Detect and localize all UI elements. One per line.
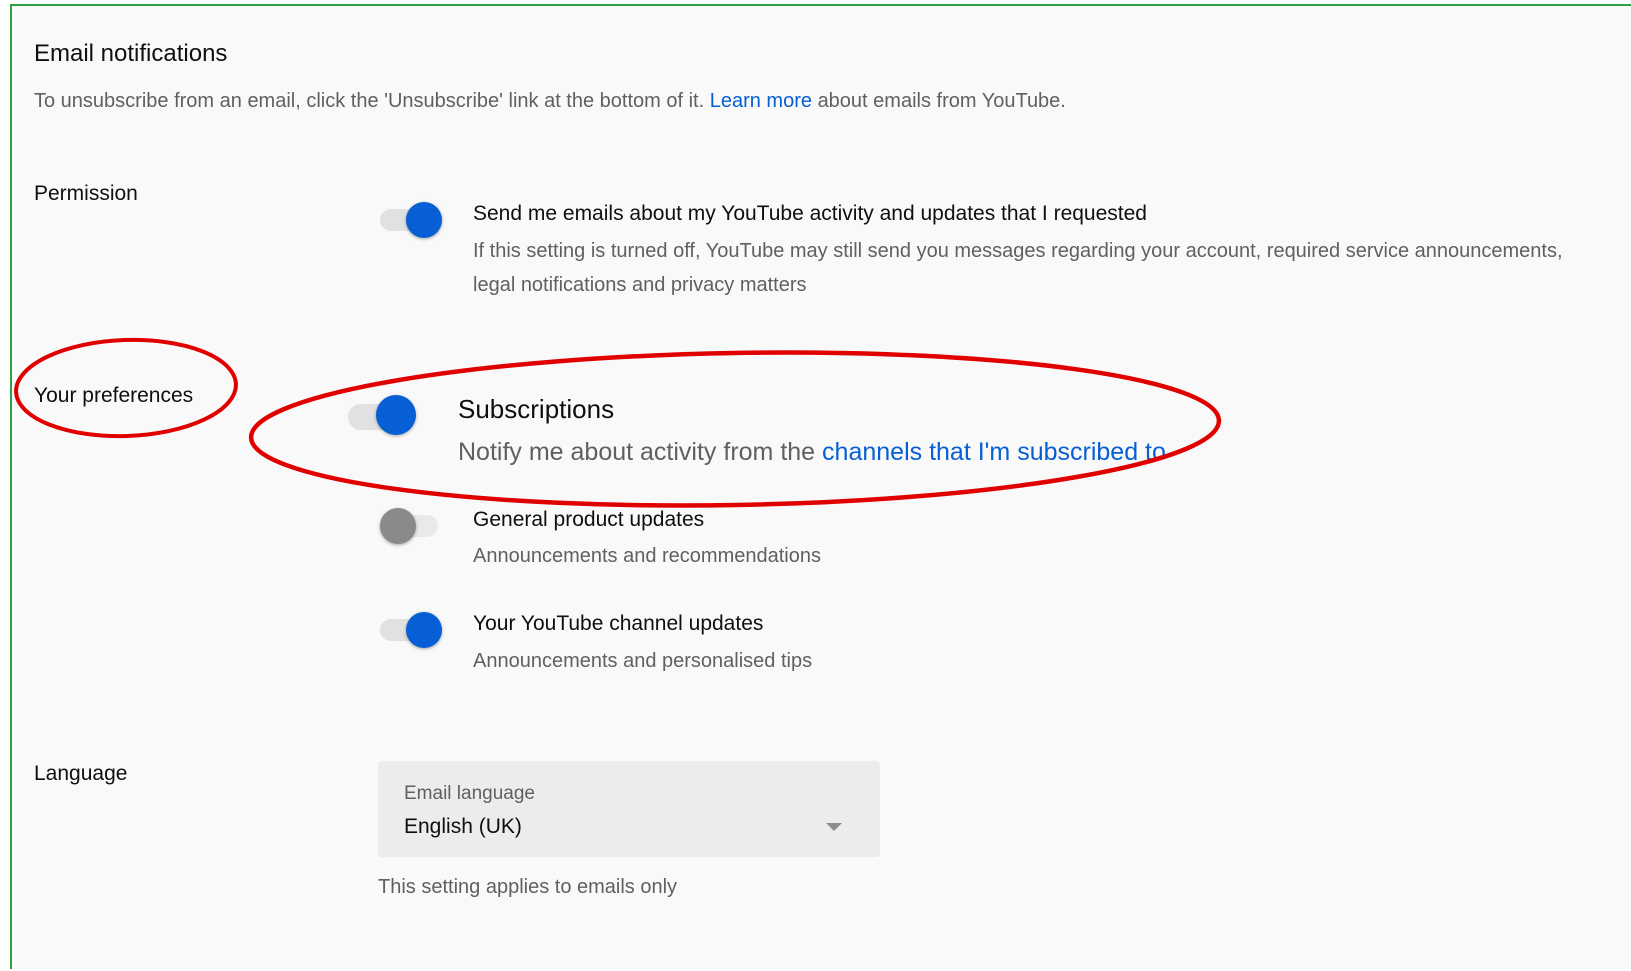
channel-updates-description: Announcements and personalised tips — [473, 650, 813, 672]
permission-label: Permission — [34, 182, 138, 205]
language-helper-text: This setting applies to emails only — [378, 876, 678, 898]
permission-item-title: Send me emails about my YouTube activity… — [473, 202, 1147, 225]
subscriptions-description: Notify me about activity from the channe… — [458, 438, 1166, 467]
general-product-updates-title: General product updates — [473, 508, 705, 531]
subscriptions-title: Subscriptions — [458, 394, 615, 424]
learn-more-link[interactable]: Learn more — [710, 90, 812, 112]
channel-updates-toggle[interactable] — [380, 612, 442, 648]
intro-text-start: To unsubscribe from an email, click the … — [34, 90, 705, 112]
permission-item-description: If this setting is turned off, YouTube m… — [473, 240, 1563, 296]
general-product-updates-toggle[interactable] — [380, 508, 442, 544]
preferences-label: Your preferences — [34, 384, 194, 407]
language-label: Language — [34, 762, 128, 785]
email-language-select-label: Email language — [404, 783, 535, 804]
section-title: Email notifications — [34, 40, 228, 67]
subscriptions-description-text: Notify me about activity from the — [458, 438, 816, 466]
toggle-knob — [376, 395, 416, 435]
permission-toggle[interactable] — [380, 202, 442, 238]
email-language-select-value: English (UK) — [404, 815, 522, 838]
intro-text-end: about emails from YouTube. — [817, 90, 1066, 112]
toggle-knob — [406, 202, 442, 238]
toggle-knob — [406, 612, 442, 648]
general-product-updates-description: Announcements and recommendations — [473, 545, 821, 567]
channel-updates-title: Your YouTube channel updates — [473, 612, 764, 635]
toggle-knob — [380, 508, 416, 544]
chevron-down-icon — [826, 823, 842, 831]
settings-panel: Email notifications To unsubscribe from … — [10, 4, 1631, 969]
subscribed-channels-link[interactable]: channels that I'm subscribed to — [822, 438, 1166, 466]
subscriptions-toggle[interactable] — [348, 395, 416, 435]
intro-text: To unsubscribe from an email, click the … — [34, 90, 1066, 113]
email-language-select[interactable]: Email language English (UK) — [378, 761, 880, 857]
